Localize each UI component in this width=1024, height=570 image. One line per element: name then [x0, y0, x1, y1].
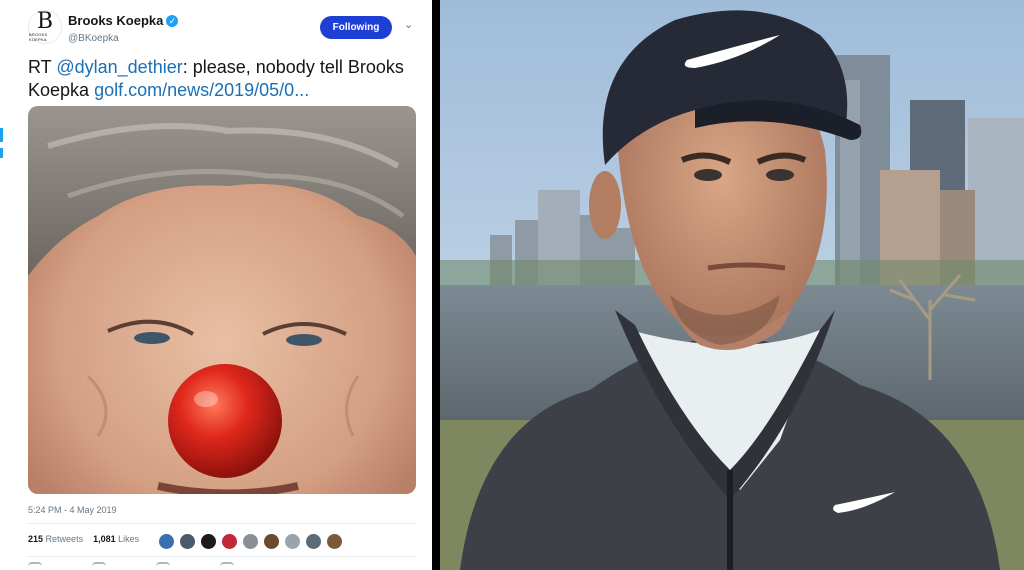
tweet-card: B BROOKS KOEPKA Brooks Koepka ✓ @BKoepka …: [0, 0, 432, 570]
author-names: Brooks Koepka ✓ @BKoepka: [68, 12, 179, 44]
golfer-portrait: [440, 0, 1024, 570]
tweet-text-prefix: RT: [28, 57, 57, 77]
tweet-stats: 215 Retweets 1,081 Likes: [28, 534, 139, 544]
clown-nose-portrait: [28, 106, 416, 494]
background-window-edge: [0, 0, 4, 570]
liker-avatar[interactable]: [221, 533, 238, 550]
video-frame: [440, 0, 1024, 570]
following-button[interactable]: Following: [320, 16, 392, 39]
liker-avatar[interactable]: [158, 533, 175, 550]
tweet-timestamp[interactable]: 5:24 PM - 4 May 2019: [28, 505, 117, 515]
background-link-mark: [0, 148, 3, 158]
display-name[interactable]: Brooks Koepka: [68, 13, 163, 28]
reply-icon[interactable]: [28, 562, 42, 570]
retweets-count[interactable]: 215: [28, 534, 43, 544]
avatar-logo-text: BROOKS KOEPKA: [29, 32, 48, 42]
likes-label[interactable]: Likes: [118, 534, 139, 544]
message-icon[interactable]: [220, 562, 234, 570]
background-link-mark: [0, 128, 3, 142]
tweet-actions: [28, 562, 234, 570]
divider: [28, 523, 416, 524]
liker-avatar[interactable]: [326, 533, 343, 550]
likes-count[interactable]: 1,081: [93, 534, 116, 544]
like-icon[interactable]: [156, 562, 170, 570]
avatar[interactable]: B BROOKS KOEPKA: [28, 10, 62, 44]
verified-badge-icon: ✓: [166, 15, 179, 27]
tweet-media-image[interactable]: [28, 106, 416, 494]
divider: [28, 556, 416, 557]
liker-avatar[interactable]: [263, 533, 280, 550]
tweet-text: RT @dylan_dethier: please, nobody tell B…: [28, 56, 418, 102]
avatar-logo: B: [36, 9, 54, 34]
liker-avatars: [158, 533, 343, 550]
retweets-label[interactable]: Retweets: [46, 534, 84, 544]
liker-avatar[interactable]: [200, 533, 217, 550]
mention-link[interactable]: @dylan_dethier: [56, 57, 182, 77]
retweet-icon[interactable]: [92, 562, 106, 570]
liker-avatar[interactable]: [284, 533, 301, 550]
clown-nose: [168, 364, 282, 478]
liker-avatar[interactable]: [305, 533, 322, 550]
chevron-down-icon[interactable]: ⌄: [404, 18, 413, 31]
liker-avatar[interactable]: [179, 533, 196, 550]
user-handle[interactable]: @BKoepka: [68, 33, 178, 44]
ear: [589, 171, 621, 239]
tweet-header: B BROOKS KOEPKA Brooks Koepka ✓ @BKoepka …: [28, 10, 416, 50]
liker-avatar[interactable]: [242, 533, 259, 550]
article-link[interactable]: golf.com/news/2019/05/0...: [94, 80, 309, 100]
